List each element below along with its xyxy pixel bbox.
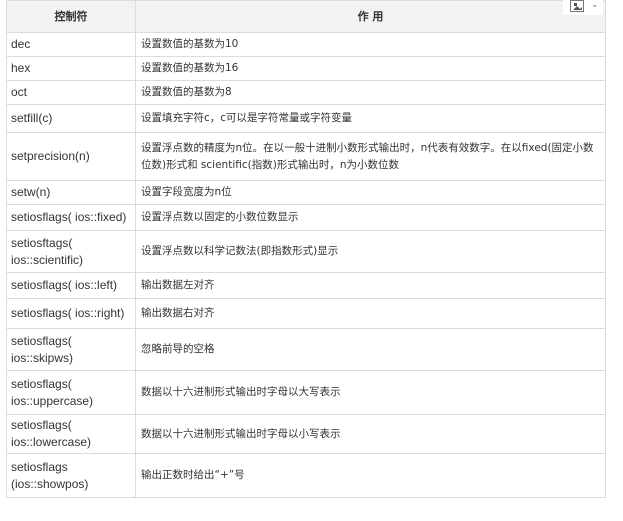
control-symbol-cell: setw(n) <box>6 180 136 205</box>
table-row: setprecision(n) 设置浮点数的精度为n位。在以一般十进制小数形式输出… <box>6 132 606 181</box>
table-body: dec 设置数值的基数为10 hex 设置数值的基数为16 oct 设置数值的基数为8 se… <box>6 32 606 498</box>
table-row: setiosflags( ios::left) 输出数据左对齐 <box>6 272 606 299</box>
table-row: hex 设置数值的基数为16 <box>6 56 606 81</box>
table-row: setiosflags( ios::fixed) 设置浮点数以固定的小数位数显示 <box>6 204 606 231</box>
table-row: setiosflags( ios::skipws) 忽略前导的空格 <box>6 328 606 371</box>
control-symbol-cell: setiosflags( ios::left) <box>6 272 136 299</box>
table-row: setiosflags( ios::uppercase) 数据以十六进制形式输出时… <box>6 370 606 415</box>
control-symbol-cell: hex <box>6 56 136 81</box>
table-row: setiosftags( ios::scientific) 设置浮点数以科学记数法… <box>6 230 606 273</box>
function-description-cell: 设置浮点数的精度为n位。在以一般十进制小数形式输出时，n代表有效数字。在以fix… <box>135 132 606 181</box>
table-row: setiosflags( ios::lowercase) 数据以十六进制形式输出时… <box>6 414 606 454</box>
control-symbol-cell: setiosflags( ios::fixed) <box>6 204 136 231</box>
table-header-row: 控制符 作 用 <box>6 0 606 33</box>
function-description-cell: 设置数值的基数为8 <box>135 80 606 105</box>
document-frame: 控制符 作 用 dec 设置数值的基数为10 hex 设置数值的基数为16 oct 设置数… <box>0 0 623 521</box>
control-symbol-cell: setiosflags( ios::skipws) <box>6 328 136 371</box>
table-row: setw(n) 设置字段宽度为n位 <box>6 180 606 205</box>
function-description-cell: 输出数据右对齐 <box>135 298 606 329</box>
control-symbol-cell: setiosftags( ios::scientific) <box>6 230 136 273</box>
image-toolbar: ⌄ <box>563 0 603 15</box>
chevron-down-icon[interactable]: ⌄ <box>591 0 599 10</box>
function-description-cell: 输出正数时给出“+”号 <box>135 453 606 498</box>
header-control-symbol: 控制符 <box>6 0 136 33</box>
function-description-cell: 设置填充字符c，c可以是字符常量或字符变量 <box>135 104 606 133</box>
table-row: dec 设置数值的基数为10 <box>6 32 606 57</box>
function-description-cell: 设置数值的基数为10 <box>135 32 606 57</box>
table-row: setiosflags (ios::showpos) 输出正数时给出“+”号 <box>6 453 606 498</box>
control-symbol-cell: dec <box>6 32 136 57</box>
table-row: setfill(c) 设置填充字符c，c可以是字符常量或字符变量 <box>6 104 606 133</box>
function-description-cell: 设置浮点数以固定的小数位数显示 <box>135 204 606 231</box>
header-function: 作 用 <box>135 0 606 33</box>
control-symbol-cell: setiosflags (ios::showpos) <box>6 453 136 498</box>
function-description-cell: 设置浮点数以科学记数法(即指数形式)显示 <box>135 230 606 273</box>
table-row: setiosflags( ios::right) 输出数据右对齐 <box>6 298 606 329</box>
control-symbol-cell: setprecision(n) <box>6 132 136 181</box>
function-description-cell: 忽略前导的空格 <box>135 328 606 371</box>
control-symbol-cell: setiosflags( ios::lowercase) <box>6 414 136 454</box>
function-description-cell: 输出数据左对齐 <box>135 272 606 299</box>
table-row: oct 设置数值的基数为8 <box>6 80 606 105</box>
manipulator-table: 控制符 作 用 dec 设置数值的基数为10 hex 设置数值的基数为16 oct 设置数… <box>6 0 606 498</box>
image-icon[interactable] <box>570 0 584 12</box>
control-symbol-cell: oct <box>6 80 136 105</box>
control-symbol-cell: setiosflags( ios::uppercase) <box>6 370 136 415</box>
function-description-cell: 设置数值的基数为16 <box>135 56 606 81</box>
function-description-cell: 数据以十六进制形式输出时字母以大写表示 <box>135 370 606 415</box>
control-symbol-cell: setiosflags( ios::right) <box>6 298 136 329</box>
function-description-cell: 数据以十六进制形式输出时字母以小写表示 <box>135 414 606 454</box>
control-symbol-cell: setfill(c) <box>6 104 136 133</box>
function-description-cell: 设置字段宽度为n位 <box>135 180 606 205</box>
